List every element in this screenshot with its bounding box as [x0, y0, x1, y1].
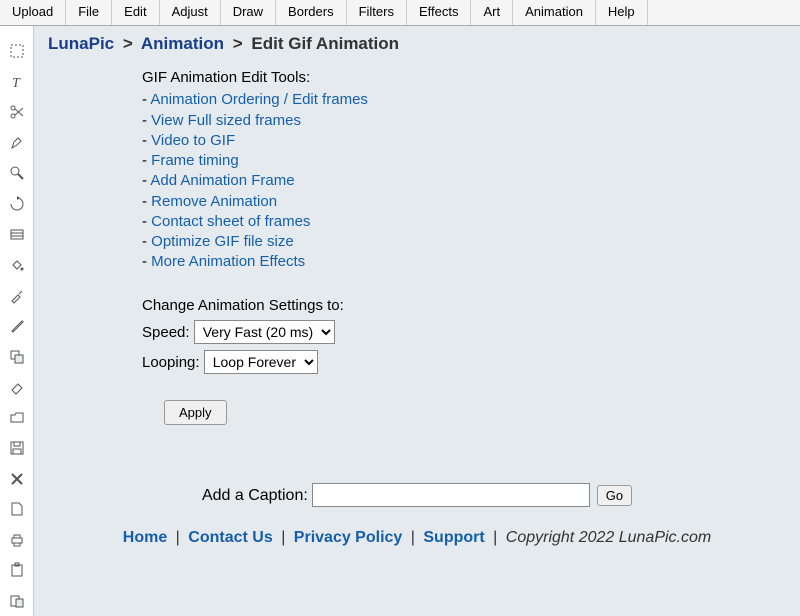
tool-link-row: - Animation Ordering / Edit frames — [142, 90, 786, 110]
footer-home[interactable]: Home — [123, 529, 167, 546]
menu-filters[interactable]: Filters — [347, 0, 407, 25]
gif-tools-block: GIF Animation Edit Tools: - Animation Or… — [142, 68, 786, 273]
apply-button[interactable]: Apply — [164, 400, 227, 425]
zoom-icon[interactable] — [6, 163, 28, 184]
footer: Home | Contact Us | Privacy Policy | Sup… — [48, 529, 786, 547]
gif-tools-title: GIF Animation Edit Tools: — [142, 68, 786, 88]
link-contact[interactable]: Contact sheet of frames — [151, 213, 310, 230]
link-add-frame[interactable]: Add Animation Frame — [150, 172, 294, 189]
svg-text:T: T — [12, 76, 21, 90]
speed-label: Speed: — [142, 324, 190, 341]
tool-link-row: - View Full sized frames — [142, 111, 786, 131]
open-folder-icon[interactable] — [6, 407, 28, 428]
menu-upload[interactable]: Upload — [0, 0, 66, 25]
link-optimize[interactable]: Optimize GIF file size — [151, 233, 294, 250]
pen-icon[interactable] — [6, 133, 28, 154]
link-remove[interactable]: Remove Animation — [151, 193, 277, 210]
settings-heading: Change Animation Settings to: — [142, 297, 786, 314]
menu-borders[interactable]: Borders — [276, 0, 347, 25]
paste-icon[interactable] — [6, 560, 28, 581]
breadcrumb-sep-2: > — [233, 34, 243, 53]
caption-label: Add a Caption: — [202, 487, 308, 504]
footer-sep: | — [411, 529, 415, 546]
document-icon[interactable] — [6, 499, 28, 520]
main-content: LunaPic > Animation > Edit Gif Animation… — [34, 26, 800, 616]
menu-art[interactable]: Art — [471, 0, 513, 25]
go-button[interactable]: Go — [597, 485, 632, 506]
brush-icon[interactable] — [6, 316, 28, 337]
tool-link-row: - Remove Animation — [142, 192, 786, 212]
looping-select[interactable]: Loop Forever — [204, 350, 318, 374]
footer-sep: | — [281, 529, 285, 546]
tool-sidebar: T — [0, 26, 34, 616]
speed-select[interactable]: Very Fast (20 ms) — [194, 320, 335, 344]
save-icon[interactable] — [6, 438, 28, 459]
tool-link-row: - More Animation Effects — [142, 252, 786, 272]
looping-label: Looping: — [142, 354, 200, 371]
link-more-fx[interactable]: More Animation Effects — [151, 253, 305, 270]
menu-draw[interactable]: Draw — [221, 0, 276, 25]
text-icon[interactable]: T — [6, 72, 28, 93]
footer-privacy[interactable]: Privacy Policy — [294, 529, 403, 546]
link-timing[interactable]: Frame timing — [151, 152, 239, 169]
tool-link-row: - Optimize GIF file size — [142, 232, 786, 252]
footer-copyright: Copyright 2022 LunaPic.com — [506, 529, 711, 546]
menu-edit[interactable]: Edit — [112, 0, 159, 25]
copy-icon[interactable] — [6, 346, 28, 367]
link-fullsize[interactable]: View Full sized frames — [151, 112, 301, 129]
caption-input[interactable] — [312, 483, 590, 507]
menubar: Upload File Edit Adjust Draw Borders Fil… — [0, 0, 800, 26]
link-ordering[interactable]: Animation Ordering / Edit frames — [150, 91, 368, 108]
menu-animation[interactable]: Animation — [513, 0, 596, 25]
menu-effects[interactable]: Effects — [407, 0, 472, 25]
tool-link-row: - Video to GIF — [142, 131, 786, 151]
settings-block: Change Animation Settings to: Speed: Ver… — [142, 297, 786, 374]
tool-link-row: - Contact sheet of frames — [142, 212, 786, 232]
scissors-icon[interactable] — [6, 102, 28, 123]
breadcrumb-sep-1: > — [123, 34, 133, 53]
close-icon[interactable] — [6, 468, 28, 489]
clipboard-icon[interactable] — [6, 591, 28, 612]
rotate-icon[interactable] — [6, 194, 28, 215]
tool-link-row: - Frame timing — [142, 151, 786, 171]
footer-sep: | — [176, 529, 180, 546]
select-icon[interactable] — [6, 41, 28, 62]
breadcrumb-site[interactable]: LunaPic — [48, 34, 114, 53]
breadcrumb-section[interactable]: Animation — [141, 34, 224, 53]
footer-sep: | — [493, 529, 497, 546]
eyedropper-icon[interactable] — [6, 285, 28, 306]
caption-row: Add a Caption: Go — [48, 483, 786, 507]
tool-link-row: - Add Animation Frame — [142, 171, 786, 191]
print-icon[interactable] — [6, 530, 28, 551]
breadcrumb: LunaPic > Animation > Edit Gif Animation — [48, 34, 786, 68]
link-video-gif[interactable]: Video to GIF — [151, 132, 235, 149]
menu-help[interactable]: Help — [596, 0, 648, 25]
footer-contact[interactable]: Contact Us — [188, 529, 272, 546]
menu-adjust[interactable]: Adjust — [160, 0, 221, 25]
erase-icon[interactable] — [6, 377, 28, 398]
menu-file[interactable]: File — [66, 0, 112, 25]
bucket-icon[interactable] — [6, 255, 28, 276]
grid-icon[interactable] — [6, 224, 28, 245]
breadcrumb-current: Edit Gif Animation — [251, 34, 399, 53]
footer-support[interactable]: Support — [423, 529, 484, 546]
